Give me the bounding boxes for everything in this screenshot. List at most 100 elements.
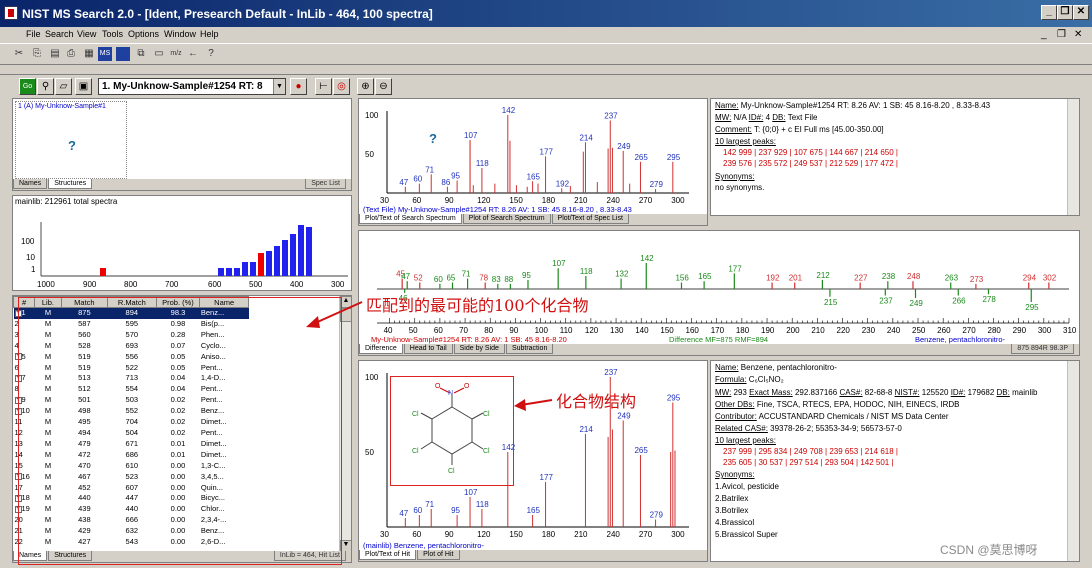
x-tick-label: 300 <box>671 530 685 539</box>
peak-label: 227 <box>854 274 868 283</box>
close-button[interactable]: ✕ <box>1073 5 1089 20</box>
clipboard-icon[interactable]: ▣ <box>75 78 92 95</box>
tab-structures[interactable]: Structures <box>48 179 93 189</box>
structure-thumbnail[interactable]: 1 (A) My-Unknow-Sample#1 ? <box>15 101 127 179</box>
comment-label[interactable]: Comment: <box>715 125 752 134</box>
unknown-structure-icon: ? <box>429 131 437 146</box>
paste-icon[interactable]: ▤ <box>48 47 62 61</box>
chevron-down-icon[interactable]: ▼ <box>273 79 285 94</box>
tab-plot-spec-list[interactable]: Plot/Text of Spec List <box>551 214 629 224</box>
zoom-in-icon[interactable]: ⊕ <box>357 78 374 95</box>
tree-icon[interactable]: ⊢ <box>315 78 332 95</box>
hit-largest-peaks-label[interactable]: 10 largest peaks: <box>715 436 776 445</box>
tab-subtraction[interactable]: Subtraction <box>505 344 554 354</box>
peak-label: 78 <box>479 274 488 283</box>
name-label[interactable]: Name: <box>715 101 739 110</box>
menu-file[interactable]: File <box>26 29 41 39</box>
tab-plot-text-search[interactable]: Plot/Text of Search Spectrum <box>359 214 462 224</box>
x-tick-label: 120 <box>477 196 491 205</box>
tab-side-by-side[interactable]: Side by Side <box>453 344 505 354</box>
hit-info-scrollbar[interactable] <box>1067 361 1079 561</box>
maximize-button[interactable]: ❐ <box>1057 5 1073 20</box>
tile-icon[interactable]: ▭ <box>152 47 166 61</box>
menu-help[interactable]: Help <box>200 29 219 39</box>
contributor-label[interactable]: Contributor: <box>715 412 757 421</box>
info-scrollbar[interactable] <box>1067 99 1079 215</box>
peak-label: 71 <box>425 500 434 509</box>
x-tick-label: 300 <box>671 196 685 205</box>
mw-label[interactable]: MW: <box>715 113 731 122</box>
formula-label[interactable]: Formula: <box>715 375 747 384</box>
record-icon[interactable]: ● <box>290 78 307 95</box>
print-icon[interactable]: ⎙ <box>64 47 78 61</box>
print-preview-icon[interactable]: ▦ <box>82 47 96 61</box>
tab-plot-hit[interactable]: Plot of Hit <box>417 550 460 560</box>
window-icon[interactable]: ⧉ <box>134 47 148 61</box>
db-label[interactable]: DB: <box>772 113 785 122</box>
hit-db-label[interactable]: DB: <box>997 388 1010 397</box>
spectrum-select[interactable]: 1. My-Unknow-Sample#1254 RT: 8 ▼ <box>98 78 286 95</box>
go-button[interactable]: Go <box>19 78 36 95</box>
hit-id-label[interactable]: ID#: <box>951 388 966 397</box>
mz-icon[interactable]: m/z <box>169 47 183 61</box>
mdi-restore-icon[interactable]: ❐ <box>1057 29 1066 40</box>
svg-text:900: 900 <box>83 280 97 289</box>
match-score: 875 894R 98.3P <box>1011 344 1074 354</box>
id-label[interactable]: ID#: <box>749 113 764 122</box>
exact-mass-label[interactable]: Exact Mass: <box>749 388 793 397</box>
x-tick-label: 190 <box>761 326 775 335</box>
hit-name-label[interactable]: Name: <box>715 363 739 372</box>
diff-score: Difference MF=875 RMF=894 <box>669 335 769 344</box>
zoom-out-icon[interactable]: ⊖ <box>375 78 392 95</box>
hit-synonyms-label[interactable]: Synonyms: <box>715 470 755 479</box>
tab-head-to-tail[interactable]: Head to Tail <box>403 344 453 354</box>
menu-tools[interactable]: Tools <box>102 29 123 39</box>
cut-icon[interactable]: ✂ <box>12 47 26 61</box>
peak-label: 107 <box>464 131 478 140</box>
copy-icon[interactable]: ⎘ <box>30 47 44 61</box>
mw-value: N/A <box>733 113 747 122</box>
peak-label: 118 <box>476 500 489 509</box>
x-tick-label: 280 <box>988 326 1002 335</box>
other-dbs-label[interactable]: Other DBs: <box>715 400 755 409</box>
hit-mw-label[interactable]: MW: <box>715 388 731 397</box>
unknown-structure-icon: ? <box>68 138 76 153</box>
menu-window[interactable]: Window <box>164 29 196 39</box>
x-tick-label: 180 <box>542 196 556 205</box>
x-tick-label: 110 <box>560 326 573 335</box>
x-tick-label: 70 <box>459 326 468 335</box>
peak-label: 52 <box>414 274 423 283</box>
nist-label[interactable]: NIST#: <box>895 388 920 397</box>
synonyms-label[interactable]: Synonyms: <box>715 172 755 181</box>
mdi-minimize-icon[interactable]: _ <box>1041 29 1047 40</box>
names-item[interactable]: 1 (A) My-Unknow-Sample#1 <box>18 103 106 110</box>
contributor-value: ACCUSTANDARD Chemicals / NIST MS Data Ce… <box>758 412 949 421</box>
peak-label: 83 <box>492 275 501 284</box>
tab-names[interactable]: Names <box>13 179 48 189</box>
x-tick-label: 270 <box>639 530 653 539</box>
difference-tabs: Difference Head to Tail Side by Side Subtra… <box>359 344 1079 355</box>
peak-label: 212 <box>816 271 830 280</box>
mdi-close-icon[interactable]: ✕ <box>1074 29 1082 40</box>
help-icon[interactable]: ? <box>204 47 218 61</box>
search-molecule-icon[interactable]: ⚲ <box>37 78 54 95</box>
tab-difference[interactable]: Difference <box>359 344 403 354</box>
peak-label: 71 <box>425 165 434 174</box>
open-folder-icon[interactable]: ▱ <box>55 78 72 95</box>
library-icon[interactable] <box>116 47 130 61</box>
hit-list-highlight <box>18 297 342 565</box>
minimize-button[interactable]: _ <box>1041 5 1057 20</box>
related-cas-label[interactable]: Related CAS#: <box>715 424 768 433</box>
target-icon[interactable]: ◎ <box>333 78 350 95</box>
back-arrow-icon[interactable]: ← <box>186 47 200 61</box>
peak-label: 294 <box>1023 274 1037 283</box>
largest-peaks-label[interactable]: 10 largest peaks: <box>715 137 776 146</box>
menu-options[interactable]: Options <box>128 29 159 39</box>
tab-plot-search[interactable]: Plot of Search Spectrum <box>462 214 551 224</box>
ms-icon[interactable]: MS <box>98 47 112 61</box>
menu-search[interactable]: Search <box>45 29 74 39</box>
tab-plot-text-hit[interactable]: Plot/Text of Hit <box>359 550 417 560</box>
x-tick-label: 80 <box>484 326 493 335</box>
cas-label[interactable]: CAS#: <box>839 388 862 397</box>
menu-view[interactable]: View <box>77 29 96 39</box>
